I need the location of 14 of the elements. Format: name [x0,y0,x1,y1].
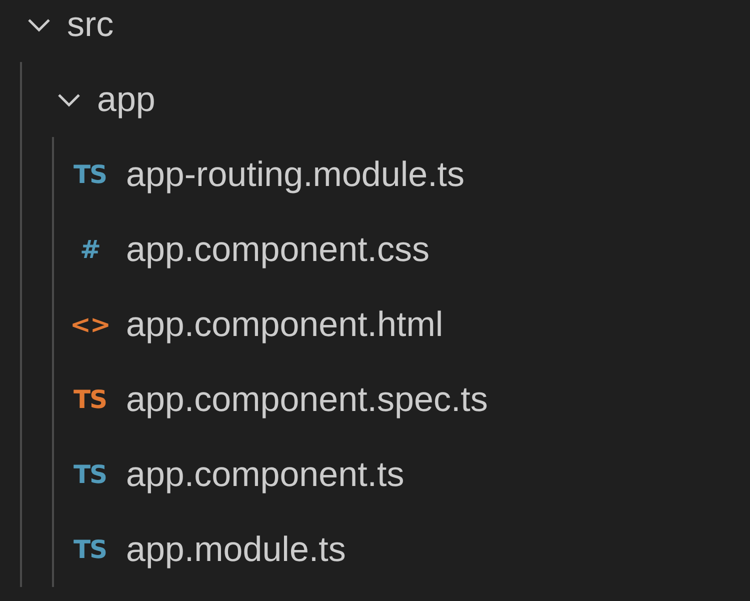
file-type-icon: # [66,235,114,264]
file-label[interactable]: app.component.ts [126,454,404,494]
file-type-icon: TS [66,460,114,489]
file-label[interactable]: app.module.ts [126,530,346,570]
folder-label[interactable]: app [97,80,156,120]
file-label[interactable]: app-routing.module.ts [126,154,465,194]
folder-label[interactable]: src [67,4,114,44]
file-label[interactable]: app.component.html [126,304,444,344]
file-type-icon: TS [66,385,114,414]
file-type-icon: TS [66,535,114,564]
file-label[interactable]: app.component.css [126,230,430,270]
file-type-icon: <> [66,310,114,339]
file-label[interactable]: app.component.spec.ts [126,380,488,420]
file-type-icon: TS [66,160,114,189]
